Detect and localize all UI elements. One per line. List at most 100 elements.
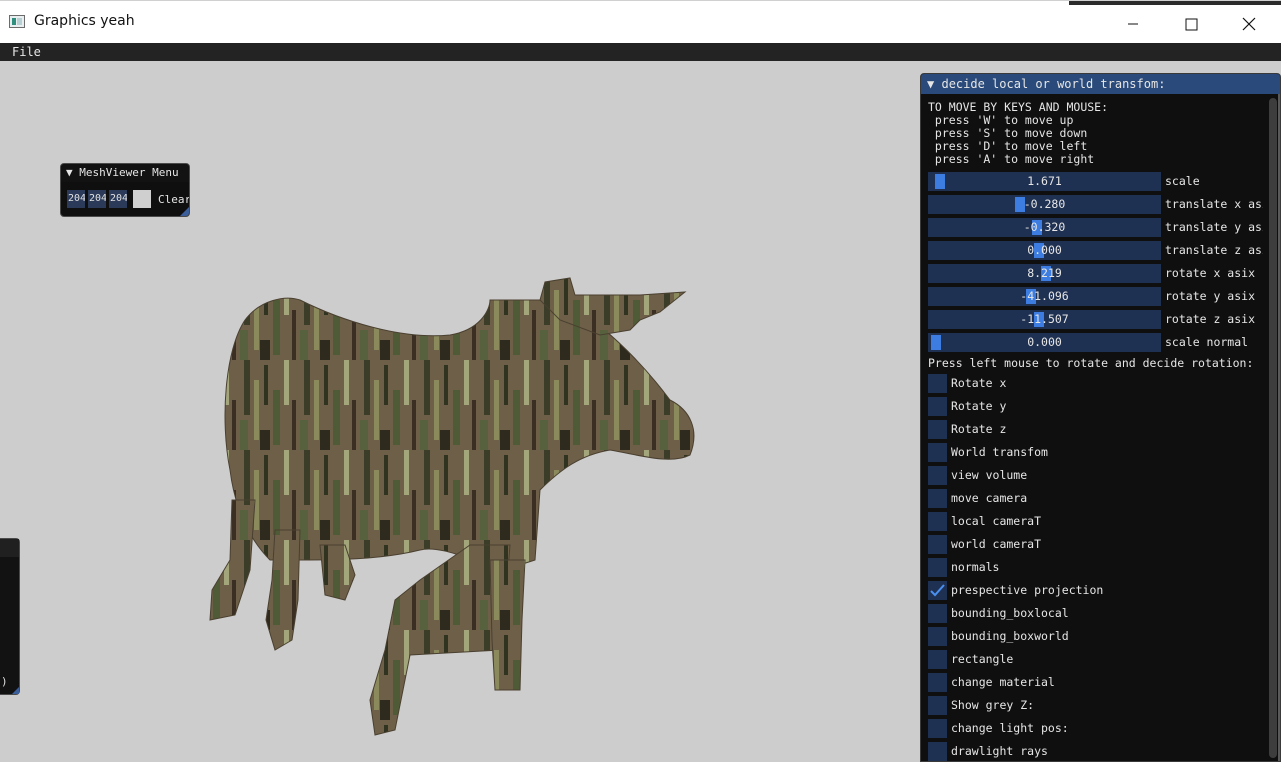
checkbox-row[interactable]: local cameraT — [928, 511, 1263, 531]
minimize-button[interactable] — [1104, 5, 1162, 43]
checkbox[interactable] — [928, 673, 947, 692]
render-viewport[interactable]: ▼ MeshViewer Menu 204 204 204 Clear ) — [0, 61, 920, 762]
slider-label: rotate z asix — [1165, 312, 1256, 326]
checkbox[interactable] — [928, 535, 947, 554]
partial-window-text: ) — [1, 675, 8, 688]
collapse-arrow-icon[interactable]: ▼ — [66, 166, 73, 179]
checkmark-icon — [930, 584, 945, 597]
checkbox-row[interactable]: world cameraT — [928, 534, 1263, 554]
checkbox-row[interactable]: World transfom — [928, 442, 1263, 462]
clear-color-g-input[interactable]: 204 — [88, 190, 106, 208]
checkbox-label: local cameraT — [951, 514, 1042, 528]
checkbox[interactable] — [928, 558, 947, 577]
maximize-icon — [1185, 18, 1197, 30]
checkbox-row[interactable]: Rotate x — [928, 373, 1263, 393]
checkbox[interactable] — [928, 397, 947, 416]
checkbox-label: drawlight rays — [951, 744, 1048, 758]
checkbox-label: World transfom — [951, 445, 1048, 459]
clear-color-b-input[interactable]: 204 — [109, 190, 127, 208]
meshviewer-header[interactable]: ▼ MeshViewer Menu — [61, 164, 189, 182]
resize-grip-icon[interactable] — [12, 687, 19, 694]
slider-list: 1.671 scale -0.280 translate x asix -0.320 tr… — [928, 171, 1263, 352]
checkbox-label: bounding_boxworld — [951, 629, 1069, 643]
window-titlebar[interactable]: Graphics yeah — [0, 0, 1281, 43]
panel-content: TO MOVE BY KEYS AND MOUSE: press 'W' to … — [928, 101, 1263, 761]
checkbox-label: change light pos: — [951, 721, 1069, 735]
resize-grip-icon[interactable] — [180, 207, 189, 216]
slider-row: 1.671 scale — [928, 171, 1263, 191]
slider-label: translate x asix — [1165, 197, 1263, 211]
slider-value: 8.219 — [1027, 266, 1062, 280]
slider-value: 1.671 — [1027, 174, 1062, 188]
partial-window-header[interactable] — [0, 539, 19, 557]
collapse-arrow-icon[interactable]: ▼ — [927, 77, 934, 91]
checkbox-label: change material — [951, 675, 1055, 689]
clear-color-r-input[interactable]: 204 — [67, 190, 85, 208]
maximize-button[interactable] — [1162, 5, 1220, 43]
checkbox-list: Rotate x Rotate y Rotate z World transfom vi… — [928, 373, 1263, 761]
checkbox[interactable] — [928, 742, 947, 761]
checkbox-label: Rotate x — [951, 376, 1007, 390]
clear-color-row: 204 204 204 Clear — [67, 190, 190, 208]
checkbox-row[interactable]: Show grey Z: — [928, 695, 1263, 715]
rotation-prompt: Press left mouse to rotate and decide ro… — [928, 356, 1254, 370]
app-icon — [9, 15, 25, 28]
slider-row: 8.219 rotate x asix — [928, 263, 1263, 283]
slider-row: 0.000 scale normal — [928, 332, 1263, 352]
checkbox-label: normals — [951, 560, 1000, 574]
checkbox-row[interactable]: change material — [928, 672, 1263, 692]
checkbox[interactable] — [928, 581, 947, 600]
checkbox-label: Show grey Z: — [951, 698, 1035, 712]
clear-color-swatch[interactable] — [133, 190, 151, 208]
checkbox-row[interactable]: normals — [928, 557, 1263, 577]
checkbox[interactable] — [928, 374, 947, 393]
checkbox[interactable] — [928, 512, 947, 531]
slider-row: -0.280 translate x asix — [928, 194, 1263, 214]
checkbox[interactable] — [928, 627, 947, 646]
panel-scrollbar[interactable] — [1269, 98, 1277, 758]
checkbox-label: world cameraT — [951, 537, 1042, 551]
slider-row: -0.320 translate y asix — [928, 217, 1263, 237]
minimize-icon — [1128, 23, 1138, 25]
meshviewer-window[interactable]: ▼ MeshViewer Menu 204 204 204 Clear — [60, 163, 190, 217]
transform-panel-header[interactable]: ▼ decide local or world transfom: — [921, 74, 1280, 94]
checkbox[interactable] — [928, 650, 947, 669]
menu-file[interactable]: File — [12, 44, 41, 60]
clear-color-label: Clear — [158, 192, 190, 206]
checkbox-label: prespective projection — [951, 583, 1104, 597]
instruction-line: press 'A' to move right — [928, 152, 1095, 166]
slider-row: 0.000 translate z asix — [928, 240, 1263, 260]
checkbox[interactable] — [928, 466, 947, 485]
checkbox[interactable] — [928, 719, 947, 738]
slider-value: -0.320 — [1023, 220, 1066, 234]
transform-panel[interactable]: ▼ decide local or world transfom: TO MOV… — [920, 73, 1281, 762]
checkbox-row[interactable]: view volume — [928, 465, 1263, 485]
checkbox-row[interactable]: prespective projection — [928, 580, 1263, 600]
slider-label: scale — [1165, 174, 1200, 188]
checkbox-row[interactable]: Rotate z — [928, 419, 1263, 439]
checkbox-label: bounding_boxlocal — [951, 606, 1069, 620]
checkbox[interactable] — [928, 489, 947, 508]
checkbox-row[interactable]: bounding_boxlocal — [928, 603, 1263, 623]
checkbox[interactable] — [928, 696, 947, 715]
close-icon — [1242, 17, 1256, 31]
partial-window[interactable]: ) — [0, 538, 20, 695]
slider-value: -11.507 — [1020, 312, 1069, 326]
checkbox-row[interactable]: change light pos: — [928, 718, 1263, 738]
meshviewer-title: MeshViewer Menu — [79, 166, 179, 179]
checkbox-row[interactable]: drawlight rays — [928, 741, 1263, 761]
checkbox-row[interactable]: move camera — [928, 488, 1263, 508]
checkbox-row[interactable]: Rotate y — [928, 396, 1263, 416]
panel-edge — [1278, 94, 1280, 761]
checkbox[interactable] — [928, 443, 947, 462]
checkbox[interactable] — [928, 604, 947, 623]
slider-row: -11.507 rotate z asix — [928, 309, 1263, 329]
checkbox-row[interactable]: rectangle — [928, 649, 1263, 669]
checkbox-row[interactable]: bounding_boxworld — [928, 626, 1263, 646]
transform-panel-title: decide local or world transfom: — [941, 77, 1166, 91]
close-button[interactable] — [1220, 5, 1278, 43]
slider-value: 0.000 — [1027, 335, 1062, 349]
checkbox[interactable] — [928, 420, 947, 439]
slider-label: translate z asix — [1165, 243, 1263, 257]
window-title: Graphics yeah — [34, 13, 135, 29]
